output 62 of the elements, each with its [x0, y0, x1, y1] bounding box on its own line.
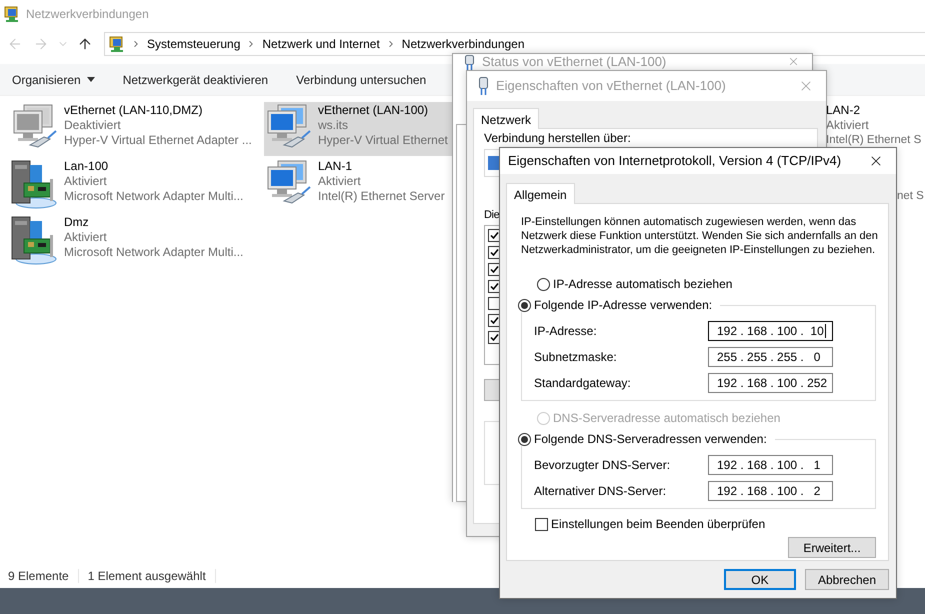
radio-button[interactable]	[518, 432, 531, 446]
radio-label: Folgende IP-Adresse verwenden:	[534, 298, 712, 312]
radio-button[interactable]	[537, 278, 550, 290]
network-folder-icon	[109, 36, 125, 52]
connection-status: Aktiviert	[826, 118, 870, 133]
tab[interactable]: Allgemein	[506, 183, 575, 204]
ip-address-field[interactable]: 192 . 168 . 100 . 10	[708, 321, 833, 341]
ip-address-field[interactable]: 192 . 168 . 100 . 252	[708, 373, 833, 393]
breadcrumb[interactable]: Systemsteuerung	[147, 37, 240, 51]
connection-name: Dmz	[64, 215, 90, 230]
connection-status: Aktiviert	[64, 174, 108, 189]
ip-address-field[interactable]: 192 . 168 . 100 . 1	[708, 455, 833, 475]
adapter-name: Microsoft Network Adapter Multi...	[64, 189, 244, 204]
adapter-name: Intel(R) Ethernet S	[826, 133, 922, 148]
connection-name: vEthernet (LAN-110,DMZ)	[64, 103, 204, 118]
toolbar-command[interactable]: Verbindung untersuchen	[296, 72, 426, 86]
intro-text: IP-Einstellungen können automatisch zugewiesen werden, wenn das Netzwerk diese Funktion unterstützt. Wenden Sie sich andernfalls an den Netzwerkadministrator, um die geeigneten IP-Einstellungen zu beziehen.	[521, 215, 879, 257]
dialog-button[interactable]: Abbrechen	[804, 569, 889, 590]
ip-address-field[interactable]: 255 . 255 . 255 . 0	[708, 347, 833, 367]
window-title: Eigenschaften von Internetprotokoll, Version 4 (TCP/IPv4)	[508, 154, 842, 168]
components-label: Die	[484, 209, 500, 221]
window-title: Eigenschaften von vEthernet (LAN-100)	[496, 79, 727, 93]
window-title: Status von vEthernet (LAN-100)	[482, 55, 668, 69]
connection-status: Aktiviert	[64, 230, 108, 245]
adapter-name: Intel(R) Ethernet Server	[318, 189, 445, 204]
field-label: Subnetzmaske:	[534, 350, 618, 364]
tab[interactable]: Netzwerk	[473, 108, 540, 129]
window-title: Netzwerkverbindungen	[26, 7, 149, 21]
toolbar-command[interactable]: Netzwerkgerät deaktivieren	[122, 72, 268, 86]
checkbox-label: Einstellungen beim Beenden überprüfen	[551, 517, 766, 531]
connection-name: Lan-100	[64, 159, 110, 174]
field-label: Standardgateway:	[534, 376, 632, 390]
checkbox[interactable]	[535, 518, 548, 530]
adapter-name: Microsoft Network Adapter Multi...	[64, 245, 244, 260]
adapter-name: Hyper-V Virtual Ethernet	[318, 133, 448, 148]
adapter-name: Hyper-V Virtual Ethernet Adapter ...	[64, 133, 252, 148]
connection-status: Aktiviert	[318, 174, 362, 189]
connection-status: Deaktiviert	[64, 118, 122, 133]
radio-label: DNS-Serveradresse automatisch beziehen	[553, 411, 780, 425]
breadcrumb[interactable]: Netzwerkverbindungen	[402, 37, 525, 51]
ip-address-field[interactable]: 192 . 168 . 100 . 2	[708, 481, 833, 501]
radio-button[interactable]	[518, 298, 531, 312]
adapter-name: net S	[897, 189, 924, 204]
radio-label: IP-Adresse automatisch beziehen	[553, 277, 732, 291]
plug-icon	[465, 55, 474, 70]
network-folder-icon	[4, 6, 20, 22]
plug-icon	[479, 77, 488, 95]
field-label: Bevorzugter DNS-Server:	[534, 458, 672, 472]
breadcrumb[interactable]: Netzwerk und Internet	[262, 37, 380, 51]
toolbar-command[interactable]: Organisieren	[12, 72, 95, 86]
caret-icon	[86, 77, 95, 82]
radio-label: Folgende DNS-Serveradressen verwenden:	[534, 432, 767, 446]
connection-name: LAN-1	[318, 159, 354, 174]
field-label: IP-Adresse:	[534, 324, 598, 338]
advanced-button[interactable]: Erweitert...	[788, 537, 876, 558]
connection-name: vEthernet (LAN-100)	[318, 103, 430, 118]
dialog-button[interactable]: OK	[724, 569, 796, 590]
status-text: 1 Element ausgewählt	[88, 569, 216, 583]
connection-status: ws.its	[318, 118, 349, 133]
status-text: 9 Elemente	[8, 569, 79, 583]
connection-name: LAN-2	[826, 103, 862, 118]
field-label: Alternativer DNS-Server:	[534, 484, 668, 498]
